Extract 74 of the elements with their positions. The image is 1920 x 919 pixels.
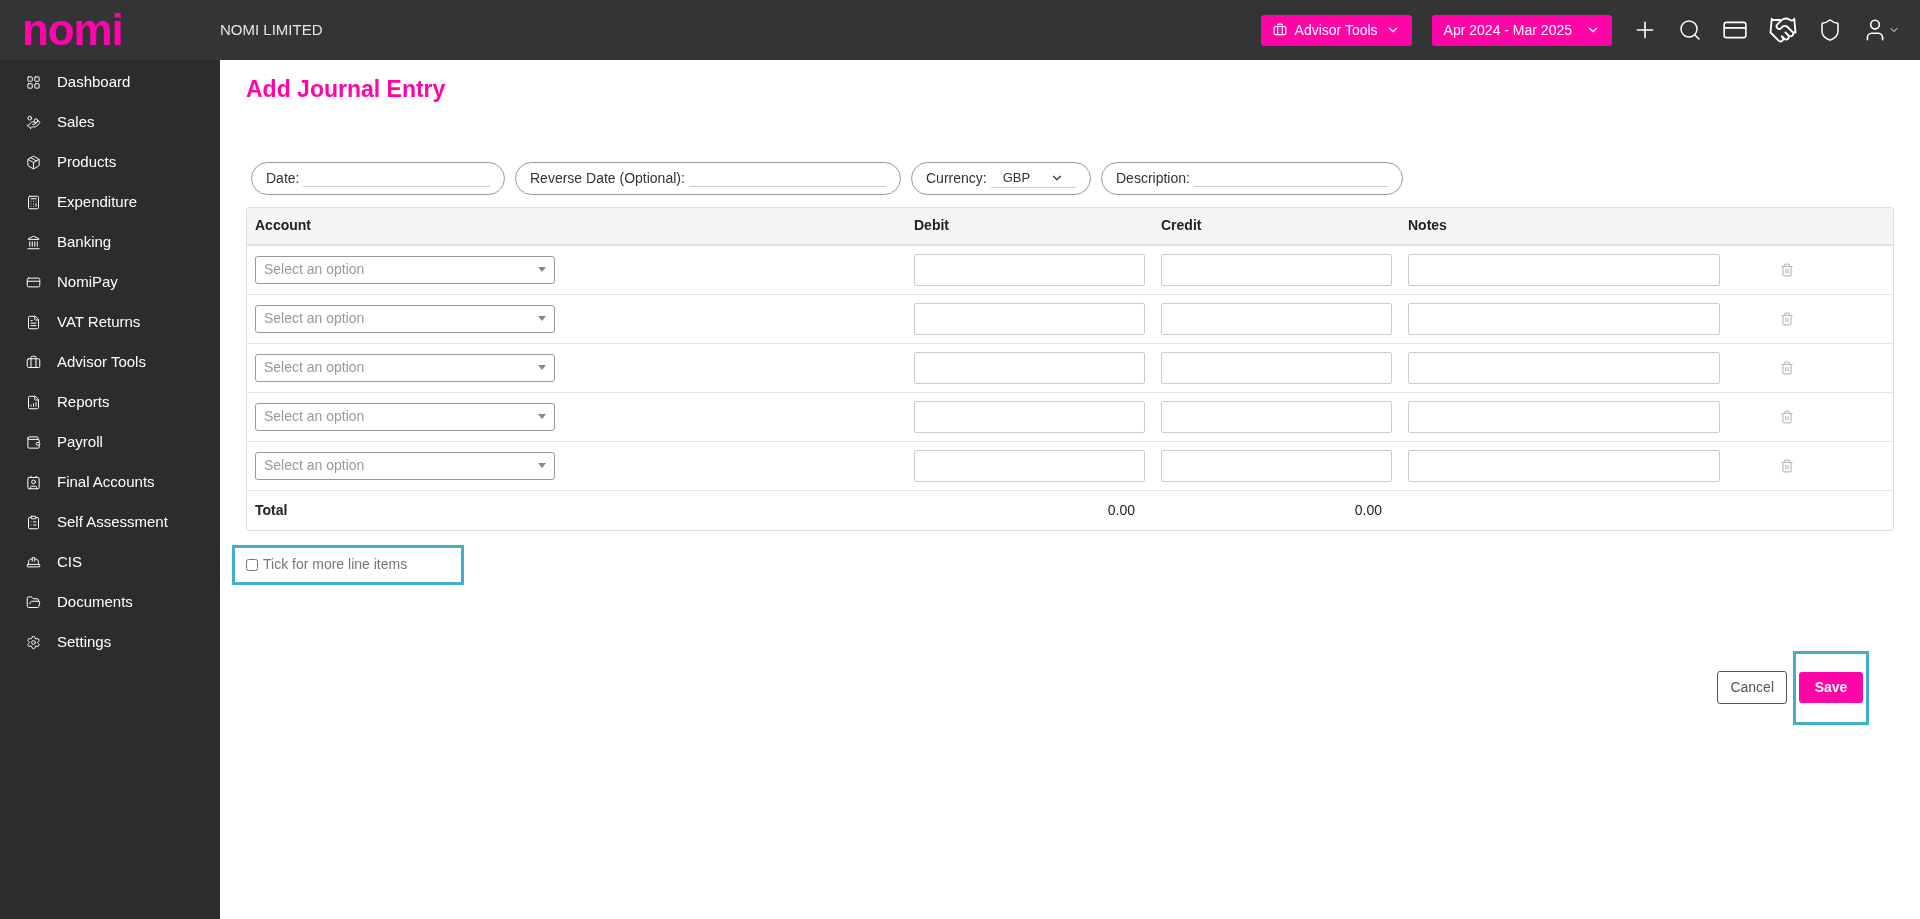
sidebar-item[interactable]: Settings (0, 622, 220, 662)
sidebar-item[interactable]: Advisor Tools (0, 342, 220, 382)
cancel-button[interactable]: Cancel (1717, 671, 1787, 704)
clipboard-icon (26, 514, 41, 530)
sidebar-item[interactable]: Payroll (0, 422, 220, 462)
save-button[interactable]: Save (1799, 672, 1863, 703)
sidebar-item[interactable]: VAT Returns (0, 302, 220, 342)
sidebar-item[interactable]: Sales (0, 102, 220, 142)
bank-icon (26, 234, 41, 250)
column-header: Debit (913, 216, 950, 235)
caret-icon (538, 267, 546, 272)
calculator-icon (26, 194, 41, 210)
sidebar-item[interactable]: Banking (0, 222, 220, 262)
folder-icon (26, 594, 41, 610)
column-header: Account (254, 216, 312, 235)
notes-input[interactable] (1408, 253, 1720, 286)
wallet-icon (26, 434, 41, 450)
page-title: Add Journal Entry (246, 75, 447, 104)
briefcase-icon (1272, 23, 1287, 37)
caret-icon (538, 414, 546, 419)
period-dropdown[interactable]: Apr 2024 - Mar 2025 (1431, 14, 1612, 46)
sidebar-item[interactable]: Documents (0, 582, 220, 622)
delete-icon[interactable] (1780, 311, 1794, 326)
crest-icon[interactable] (1818, 18, 1842, 42)
document-icon (26, 314, 41, 330)
total-label: Total (254, 500, 289, 520)
total-credit: 0.00 (1353, 500, 1383, 520)
advisor-tools-button[interactable]: Advisor Tools (1260, 14, 1412, 46)
delete-icon[interactable] (1780, 262, 1794, 277)
search-icon[interactable] (1678, 18, 1702, 42)
debit-input[interactable] (914, 351, 1145, 384)
notes-input[interactable] (1408, 351, 1720, 384)
notes-input[interactable] (1408, 302, 1720, 335)
sidebar-item[interactable]: Self Assessment (0, 502, 220, 542)
credit-input[interactable] (1161, 302, 1392, 335)
delete-icon[interactable] (1780, 458, 1794, 473)
sidebar-item[interactable]: Final Accounts (0, 462, 220, 502)
debit-input[interactable] (914, 253, 1145, 286)
credit-input[interactable] (1161, 351, 1392, 384)
card-icon (26, 274, 41, 290)
column-header: Credit (1160, 216, 1203, 235)
checkbox-label[interactable]: Tick for more line items (263, 554, 408, 575)
delete-icon[interactable] (1780, 360, 1794, 375)
total-debit: 0.00 (1106, 500, 1136, 520)
settings-icon (26, 634, 41, 650)
report-icon (26, 394, 41, 410)
sidebar-item[interactable]: Reports (0, 382, 220, 422)
id-card-icon (26, 474, 41, 490)
caret-icon (538, 365, 546, 370)
notes-input[interactable] (1408, 449, 1720, 482)
briefcase-icon (26, 354, 41, 370)
coin-hand-icon (26, 114, 41, 130)
box-icon (26, 154, 41, 170)
company-name: NOMI LIMITED (220, 19, 323, 40)
sidebar-item[interactable]: Products (0, 142, 220, 182)
caret-icon (538, 316, 546, 321)
notes-input[interactable] (1408, 400, 1720, 433)
checkbox[interactable] (246, 558, 258, 571)
debit-input[interactable] (914, 449, 1145, 482)
debit-input[interactable] (914, 302, 1145, 335)
credit-input[interactable] (1161, 400, 1392, 433)
sidebar-item[interactable]: NomiPay (0, 262, 220, 302)
caret-icon (538, 463, 546, 468)
dashboard-icon (26, 74, 41, 90)
sidebar-item[interactable]: CIS (0, 542, 220, 582)
column-header: Notes (1407, 216, 1448, 235)
sidebar-item[interactable]: Dashboard (0, 62, 220, 102)
hard-hat-icon (26, 554, 41, 570)
debit-input[interactable] (914, 400, 1145, 433)
delete-icon[interactable] (1780, 409, 1794, 424)
handshake-icon[interactable] (1768, 15, 1798, 45)
sidebar-item[interactable]: Expenditure (0, 182, 220, 222)
credit-input[interactable] (1161, 449, 1392, 482)
credit-input[interactable] (1161, 253, 1392, 286)
